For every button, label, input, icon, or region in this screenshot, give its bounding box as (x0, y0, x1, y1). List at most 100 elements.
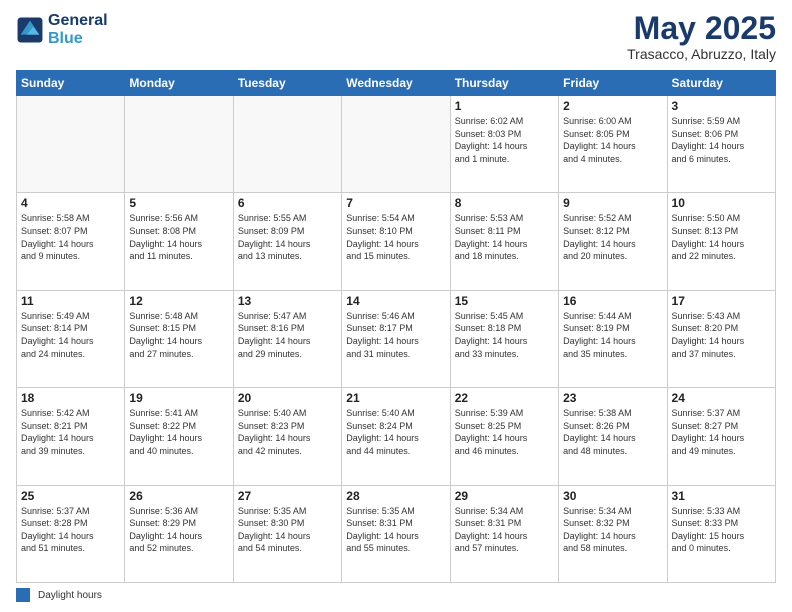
day-number: 28 (346, 489, 445, 503)
day-info: Sunrise: 5:41 AMSunset: 8:22 PMDaylight:… (129, 407, 228, 457)
day-info: Sunrise: 5:36 AMSunset: 8:29 PMDaylight:… (129, 505, 228, 555)
calendar-cell: 24 Sunrise: 5:37 AMSunset: 8:27 PMDayligh… (667, 388, 775, 485)
day-number: 27 (238, 489, 337, 503)
day-number: 26 (129, 489, 228, 503)
calendar-cell: 20 Sunrise: 5:40 AMSunset: 8:23 PMDayligh… (233, 388, 341, 485)
day-number: 4 (21, 196, 120, 210)
day-info: Sunrise: 5:47 AMSunset: 8:16 PMDaylight:… (238, 310, 337, 360)
legend-label: Daylight hours (38, 590, 102, 601)
calendar-cell: 14Sunrise: 5:46 AMSunset: 8:17 PMDayligh… (342, 290, 450, 387)
weekday-header: Friday (559, 71, 667, 96)
calendar-cell: 13Sunrise: 5:47 AMSunset: 8:16 PMDayligh… (233, 290, 341, 387)
calendar-cell: 15 Sunrise: 5:45 AMSunset: 8:18 PMDayligh… (450, 290, 558, 387)
calendar-cell (125, 96, 233, 193)
calendar-cell (233, 96, 341, 193)
calendar-cell: 16Sunrise: 5:44 AMSunset: 8:19 PMDayligh… (559, 290, 667, 387)
calendar-cell: 30 Sunrise: 5:34 AMSunset: 8:32 PMDayligh… (559, 485, 667, 582)
calendar-cell: 26 Sunrise: 5:36 AMSunset: 8:29 PMDayligh… (125, 485, 233, 582)
day-info: Sunrise: 6:02 AMSunset: 8:03 PMDaylight:… (455, 115, 554, 165)
day-info: Sunrise: 5:59 AMSunset: 8:06 PMDaylight:… (672, 115, 771, 165)
day-number: 30 (563, 489, 662, 503)
calendar-cell: 18 Sunrise: 5:42 AMSunset: 8:21 PMDayligh… (17, 388, 125, 485)
day-info: Sunrise: 5:40 AMSunset: 8:24 PMDaylight:… (346, 407, 445, 457)
day-number: 20 (238, 391, 337, 405)
day-number: 23 (563, 391, 662, 405)
day-number: 7 (346, 196, 445, 210)
day-number: 15 (455, 294, 554, 308)
day-info: Sunrise: 5:35 AMSunset: 8:31 PMDaylight:… (346, 505, 445, 555)
day-number: 31 (672, 489, 771, 503)
day-number: 25 (21, 489, 120, 503)
logo-text: General Blue (48, 12, 108, 47)
calendar-cell: 5Sunrise: 5:56 AMSunset: 8:08 PMDaylight… (125, 193, 233, 290)
logo: General Blue (16, 12, 108, 47)
header: General Blue May 2025 Trasacco, Abruzzo,… (16, 12, 776, 62)
day-info: Sunrise: 5:35 AMSunset: 8:30 PMDaylight:… (238, 505, 337, 555)
calendar-cell: 10Sunrise: 5:50 AMSunset: 8:13 PMDayligh… (667, 193, 775, 290)
calendar-cell: 28 Sunrise: 5:35 AMSunset: 8:31 PMDayligh… (342, 485, 450, 582)
weekday-header: Tuesday (233, 71, 341, 96)
day-info: Sunrise: 5:34 AMSunset: 8:32 PMDaylight:… (563, 505, 662, 555)
calendar-cell: 11Sunrise: 5:49 AMSunset: 8:14 PMDayligh… (17, 290, 125, 387)
weekday-header: Wednesday (342, 71, 450, 96)
legend-box (16, 588, 30, 602)
day-number: 9 (563, 196, 662, 210)
day-info: Sunrise: 5:38 AMSunset: 8:26 PMDaylight:… (563, 407, 662, 457)
calendar-cell: 17Sunrise: 5:43 AMSunset: 8:20 PMDayligh… (667, 290, 775, 387)
calendar-cell: 7Sunrise: 5:54 AMSunset: 8:10 PMDaylight… (342, 193, 450, 290)
day-number: 3 (672, 99, 771, 113)
logo-icon (16, 16, 44, 44)
calendar-table: SundayMondayTuesdayWednesdayThursdayFrid… (16, 70, 776, 583)
calendar-cell (17, 96, 125, 193)
day-number: 17 (672, 294, 771, 308)
day-info: Sunrise: 5:52 AMSunset: 8:12 PMDaylight:… (563, 212, 662, 262)
day-number: 24 (672, 391, 771, 405)
location: Trasacco, Abruzzo, Italy (627, 46, 776, 62)
calendar-cell: 22Sunrise: 5:39 AMSunset: 8:25 PMDayligh… (450, 388, 558, 485)
day-number: 22 (455, 391, 554, 405)
day-number: 6 (238, 196, 337, 210)
calendar-cell (342, 96, 450, 193)
day-number: 21 (346, 391, 445, 405)
day-number: 1 (455, 99, 554, 113)
calendar-cell: 25 Sunrise: 5:37 AMSunset: 8:28 PMDayligh… (17, 485, 125, 582)
calendar-cell: 27 Sunrise: 5:35 AMSunset: 8:30 PMDayligh… (233, 485, 341, 582)
calendar-cell: 23 Sunrise: 5:38 AMSunset: 8:26 PMDayligh… (559, 388, 667, 485)
day-number: 12 (129, 294, 228, 308)
day-info: Sunrise: 5:34 AMSunset: 8:31 PMDaylight:… (455, 505, 554, 555)
calendar-cell: 29 Sunrise: 5:34 AMSunset: 8:31 PMDayligh… (450, 485, 558, 582)
day-info: Sunrise: 5:44 AMSunset: 8:19 PMDaylight:… (563, 310, 662, 360)
day-number: 19 (129, 391, 228, 405)
calendar-cell: 6 Sunrise: 5:55 AMSunset: 8:09 PMDaylight… (233, 193, 341, 290)
day-number: 2 (563, 99, 662, 113)
calendar-cell: 2 Sunrise: 6:00 AMSunset: 8:05 PMDaylight… (559, 96, 667, 193)
day-info: Sunrise: 5:42 AMSunset: 8:21 PMDaylight:… (21, 407, 120, 457)
day-info: Sunrise: 6:00 AMSunset: 8:05 PMDaylight:… (563, 115, 662, 165)
calendar-cell: 3 Sunrise: 5:59 AMSunset: 8:06 PMDaylight… (667, 96, 775, 193)
day-info: Sunrise: 5:46 AMSunset: 8:17 PMDaylight:… (346, 310, 445, 360)
day-info: Sunrise: 5:49 AMSunset: 8:14 PMDaylight:… (21, 310, 120, 360)
day-info: Sunrise: 5:45 AMSunset: 8:18 PMDaylight:… (455, 310, 554, 360)
header-right: May 2025 Trasacco, Abruzzo, Italy (627, 12, 776, 62)
day-info: Sunrise: 5:50 AMSunset: 8:13 PMDaylight:… (672, 212, 771, 262)
legend: Daylight hours (16, 588, 776, 602)
day-info: Sunrise: 5:37 AMSunset: 8:27 PMDaylight:… (672, 407, 771, 457)
day-number: 29 (455, 489, 554, 503)
calendar-cell: 21 Sunrise: 5:40 AMSunset: 8:24 PMDayligh… (342, 388, 450, 485)
calendar-cell: 4Sunrise: 5:58 AMSunset: 8:07 PMDaylight… (17, 193, 125, 290)
calendar-cell: 19 Sunrise: 5:41 AMSunset: 8:22 PMDayligh… (125, 388, 233, 485)
weekday-header: Saturday (667, 71, 775, 96)
day-info: Sunrise: 5:55 AMSunset: 8:09 PMDaylight:… (238, 212, 337, 262)
day-info: Sunrise: 5:56 AMSunset: 8:08 PMDaylight:… (129, 212, 228, 262)
day-info: Sunrise: 5:48 AMSunset: 8:15 PMDaylight:… (129, 310, 228, 360)
weekday-header: Monday (125, 71, 233, 96)
calendar-cell: 8Sunrise: 5:53 AMSunset: 8:11 PMDaylight… (450, 193, 558, 290)
day-info: Sunrise: 5:37 AMSunset: 8:28 PMDaylight:… (21, 505, 120, 555)
page: General Blue May 2025 Trasacco, Abruzzo,… (0, 0, 792, 612)
day-info: Sunrise: 5:40 AMSunset: 8:23 PMDaylight:… (238, 407, 337, 457)
weekday-header: Thursday (450, 71, 558, 96)
calendar-cell: 9 Sunrise: 5:52 AMSunset: 8:12 PMDaylight… (559, 193, 667, 290)
day-number: 18 (21, 391, 120, 405)
day-info: Sunrise: 5:53 AMSunset: 8:11 PMDaylight:… (455, 212, 554, 262)
month-title: May 2025 (627, 12, 776, 44)
